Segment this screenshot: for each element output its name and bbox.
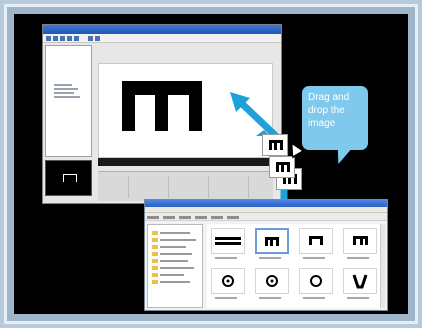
circle-icon (266, 275, 278, 287)
menu-item[interactable] (147, 216, 159, 219)
menu-item[interactable] (195, 216, 207, 219)
thumbnail-item[interactable] (299, 228, 333, 254)
stripes-icon (215, 237, 241, 245)
thumbnail-grid (207, 224, 385, 308)
circle-icon (222, 275, 234, 287)
folder-icon[interactable] (152, 231, 158, 235)
bracket-icon (309, 236, 323, 245)
thumbnail-item[interactable] (343, 268, 377, 294)
callout-line-1: Drag and (308, 92, 350, 103)
thumbnail-item[interactable] (211, 268, 245, 294)
dragged-image-tile[interactable] (269, 156, 295, 178)
menu-item[interactable] (227, 216, 239, 219)
v-shape-icon (352, 274, 368, 289)
menu-item[interactable] (211, 216, 223, 219)
folder-tree[interactable] (147, 224, 203, 308)
callout-line-2: drop the (308, 105, 345, 116)
explorer-titlebar[interactable] (145, 200, 387, 207)
file-explorer-window (144, 199, 388, 311)
pattern-icon (265, 237, 279, 246)
folder-icon[interactable] (152, 238, 158, 242)
thumbnail-item[interactable] (255, 268, 289, 294)
folder-icon[interactable] (152, 273, 158, 277)
folder-icon[interactable] (152, 266, 158, 270)
callout-line-3: image (308, 118, 336, 129)
folder-icon[interactable] (152, 280, 158, 284)
thumbnail-item[interactable] (343, 228, 377, 254)
folder-icon[interactable] (152, 259, 158, 263)
dragged-image-tile[interactable] (262, 134, 288, 156)
thumbnail-item[interactable] (299, 268, 333, 294)
pattern-icon (353, 236, 368, 245)
pattern-icon (276, 162, 290, 172)
folder-icon[interactable] (152, 252, 158, 256)
menu-item[interactable] (163, 216, 175, 219)
pattern-icon (269, 140, 283, 150)
thumbnail-item[interactable] (211, 228, 245, 254)
menu-item[interactable] (179, 216, 191, 219)
drag-drop-callout: Drag and drop the image (302, 86, 368, 150)
thumbnail-item-selected[interactable] (255, 228, 289, 254)
tutorial-stage: Drag and drop the image (14, 14, 408, 314)
grid-scrollbar[interactable] (380, 224, 385, 308)
folder-icon[interactable] (152, 245, 158, 249)
circle-icon (310, 275, 322, 287)
